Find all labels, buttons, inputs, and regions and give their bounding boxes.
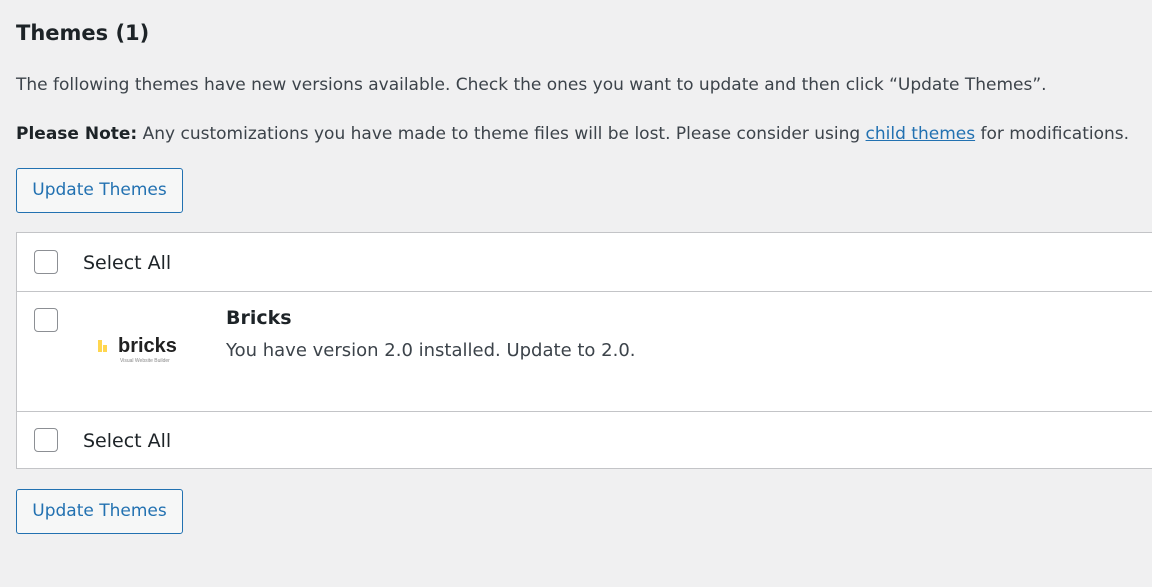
table-row: bricks Visual Website Builder Bricks You… — [17, 291, 1152, 412]
select-all-label-bottom[interactable]: Select All — [83, 428, 171, 454]
table-header-row: Select All — [17, 233, 1152, 292]
bricks-logo-mark-icon — [98, 340, 102, 352]
theme-checkbox-bricks[interactable] — [34, 308, 58, 332]
update-themes-page: Themes (1) The following themes have new… — [0, 0, 1152, 587]
select-all-label-top[interactable]: Select All — [83, 250, 171, 276]
intro-text: The following themes have new versions a… — [16, 75, 1047, 95]
update-themes-button-top[interactable]: Update Themes — [16, 168, 183, 213]
theme-version-info: You have version 2.0 installed. Update t… — [226, 340, 636, 361]
note-text: Please Note: Any customizations you have… — [16, 122, 1129, 146]
bricks-logo-tagline: Visual Website Builder — [120, 358, 170, 364]
select-all-checkbox-top[interactable] — [34, 250, 58, 274]
table-footer-row: Select All — [17, 412, 1152, 469]
bricks-logo: bricks Visual Website Builder — [98, 335, 178, 367]
child-themes-link[interactable]: child themes — [866, 124, 976, 144]
note-text-after: for modifications. — [975, 124, 1130, 144]
note-label: Please Note: — [16, 124, 138, 144]
update-themes-button-bottom[interactable]: Update Themes — [16, 489, 183, 534]
themes-table: Select All bricks Visual Website Builder… — [16, 232, 1152, 469]
bricks-logo-mark-icon-small — [103, 345, 107, 352]
theme-name: Bricks — [226, 307, 292, 329]
select-all-checkbox-bottom[interactable] — [34, 428, 58, 452]
note-text-before: Any customizations you have made to them… — [137, 124, 866, 144]
page-title: Themes (1) — [16, 21, 150, 45]
bricks-logo-wordmark: bricks — [118, 335, 177, 357]
